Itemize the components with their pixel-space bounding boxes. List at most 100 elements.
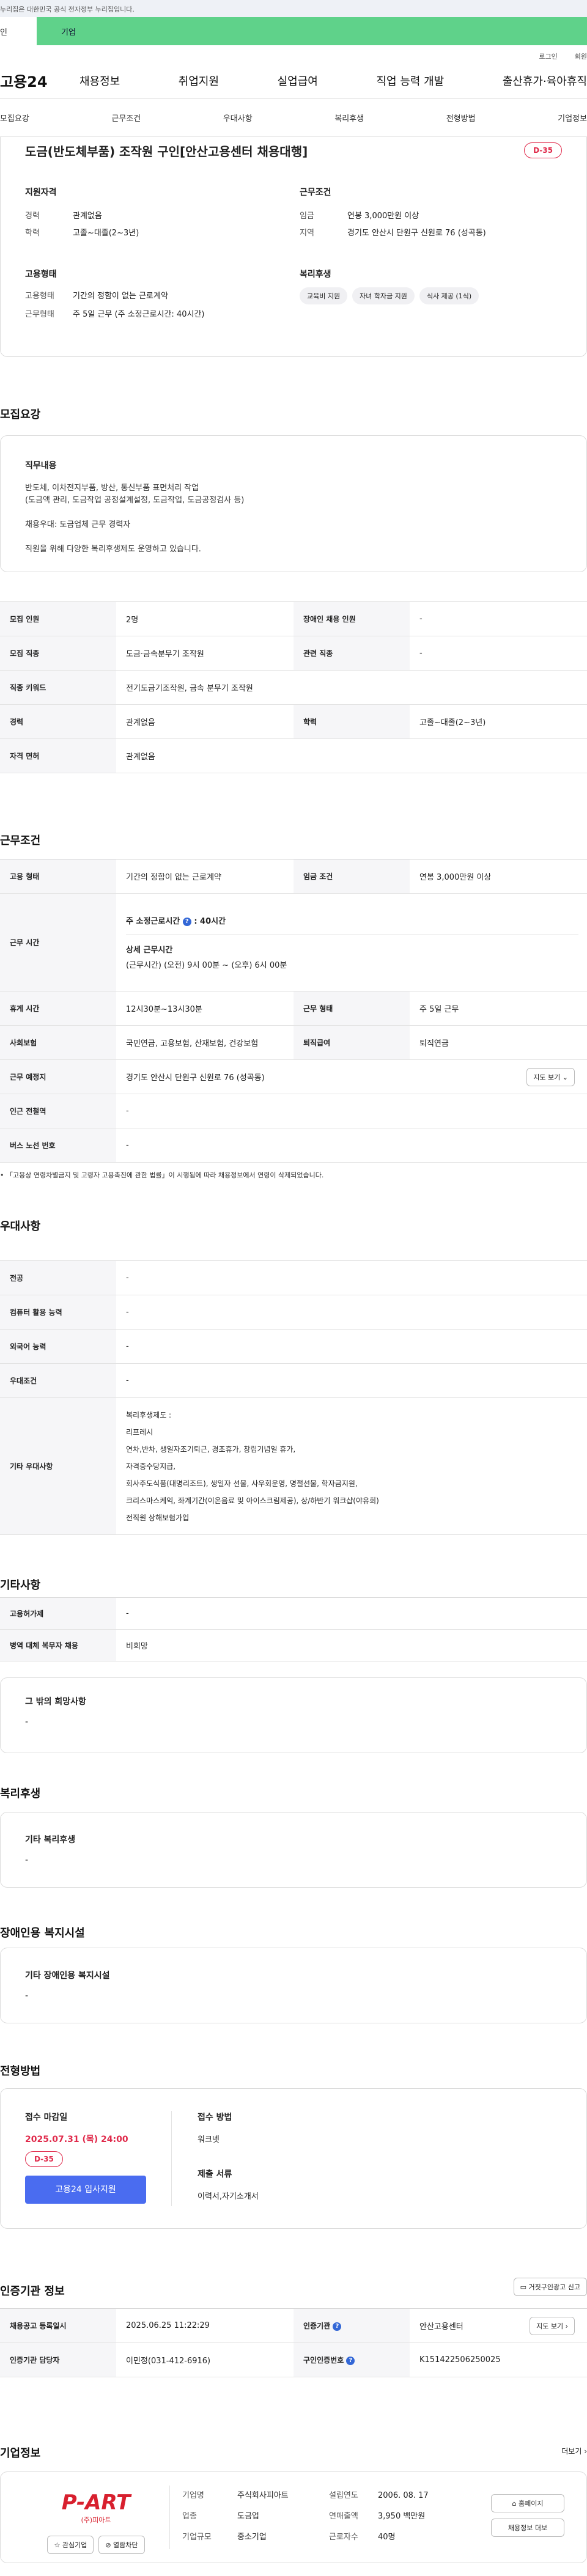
pref-row-label: 외국어 능력 — [0, 1329, 116, 1364]
gov-banner-text: 누리집은 대한민국 공식 전자정부 누리집입니다. — [0, 6, 135, 13]
recruit-row-value: - — [410, 602, 587, 636]
more-jobs-button[interactable]: 채용정보 더보 — [491, 2519, 564, 2537]
tab-selection[interactable]: 전형방법 — [446, 112, 476, 123]
hope-card: 그 밖의 희망사항 - — [0, 1677, 587, 1753]
pref-other-line: 전직원 상해보험가입 — [126, 1513, 190, 1522]
help-icon[interactable]: ? — [346, 2356, 355, 2365]
recruit-section-title: 모집요강 — [0, 408, 41, 421]
emp-form-value: 기간의 정함이 없는 근로계약 — [116, 859, 294, 894]
nav-item-parental-leave[interactable]: 출산휴가·육아휴직 — [503, 73, 587, 89]
tab-recruit[interactable]: 모집요강 — [0, 112, 29, 123]
nav-item-jobs[interactable]: 채용정보 — [79, 73, 120, 89]
pref-other-line: 회사주도식품(대명리조트), 생일자 선물, 사우회운영, 명절선물, 학자금지… — [126, 1479, 358, 1488]
pref-row-label: 우대조건 — [0, 1363, 116, 1398]
company-info-value: 주식회사피아트 — [237, 2491, 289, 2500]
company-info-label: 업종 — [182, 2512, 197, 2521]
company-info-label: 연매출액 — [329, 2512, 358, 2521]
cert-row-label: 인증기관 — [303, 2322, 331, 2330]
company-info-value: 중소기업 — [237, 2533, 267, 2542]
qual-edu-label: 학력 — [25, 229, 40, 238]
chevron-down-icon: ⌄ — [562, 1073, 568, 1081]
duty-line: 직원을 위해 다양한 복리후생제도 운영하고 있습니다. — [25, 545, 201, 554]
table-row: 자격 면허 관계없음 — [0, 738, 587, 773]
table-row: 직종 키워드 전기도금기조작원, 금속 분무기 조작원 — [0, 670, 587, 705]
duty-line: 반도체, 이차전지부품, 방산, 통신부품 표면처리 작업 — [25, 484, 199, 493]
qual-edu-value: 고졸~대졸(2~3년) — [73, 229, 139, 238]
pref-table: 전공 - 컴퓨터 활용 능력 - 외국어 능력 - 우대조건 - 기타 우대사항… — [0, 1260, 587, 1535]
bus-value: - — [116, 1128, 587, 1163]
cert-map-label: 지도 보기 — [536, 2322, 564, 2330]
place-label: 근무 예정지 — [0, 1059, 116, 1094]
table-row: 외국어 능력 - — [0, 1329, 587, 1364]
etc-section-title: 기타사항 — [0, 1579, 41, 1592]
company-info-value: 40명 — [378, 2533, 396, 2542]
pref-other-line: 크리스마스케익, 좌계기간(이온음료 및 아이스크림제공), 상/하반기 워크샵… — [126, 1496, 379, 1505]
table-row: 우대조건 - — [0, 1363, 587, 1398]
method-value: 워크넷 — [198, 2135, 220, 2144]
nav-item-employment-support[interactable]: 취업지원 — [179, 73, 219, 89]
welfare-tag: 교육비 지원 — [299, 287, 348, 304]
table-row: 사회보험 국민연금, 고용보험, 산재보험, 건강보험 퇴직급여 퇴직연금 — [0, 1025, 587, 1060]
login-link[interactable]: 로그인 — [539, 51, 557, 62]
pref-row-label: 컴퓨터 활용 능력 — [0, 1295, 116, 1330]
table-row: 인증기관 담당자 이민정(031-412-6916) 구인인증번호 ? K151… — [0, 2342, 587, 2377]
tab-preferences[interactable]: 우대사항 — [223, 112, 253, 123]
homepage-button[interactable]: ⌂ 홈페이지 — [491, 2494, 564, 2512]
cert-row-value: K151422506250025 — [410, 2342, 587, 2377]
company-info-label: 근로자수 — [329, 2533, 358, 2542]
work-section-title: 근무조건 — [0, 834, 41, 847]
join-link[interactable]: 회원 — [575, 51, 587, 62]
qual-title: 지원자격 — [25, 188, 57, 197]
insurance-label: 사회보험 — [0, 1025, 116, 1060]
recruit-row-label: 경력 — [0, 704, 116, 739]
etc-row-label: 병역 대체 복무자 채용 — [0, 1629, 116, 1662]
dday-badge: D-35 — [524, 142, 562, 158]
emp-form-label: 고용 형태 — [0, 859, 116, 894]
tab-welfare[interactable]: 복리후생 — [334, 112, 364, 123]
false-ad-report-button[interactable]: ▭ 거짓구인광고 신고 — [513, 2278, 587, 2296]
map-button[interactable]: 지도 보기 ⌄ — [526, 1067, 575, 1086]
company-more-link[interactable]: 더보기 › — [561, 2446, 587, 2456]
pref-other-line: 복리후생제도 : — [126, 1410, 172, 1419]
block-company-label: 열람차단 — [113, 2541, 138, 2549]
cert-map-button[interactable]: 지도 보기 › — [530, 2316, 575, 2335]
pref-other-line: 리프레시 — [126, 1427, 153, 1437]
nav-item-unemployment-benefit[interactable]: 실업급여 — [278, 73, 318, 89]
pref-other-line: 자격증수당지급, — [126, 1462, 176, 1471]
benefit-card: 기타 복리후생 - — [0, 1812, 587, 1888]
table-row: 전공 - — [0, 1260, 587, 1295]
star-icon: ☆ — [54, 2541, 62, 2549]
favorite-company-button[interactable]: ☆ 관심기업 — [47, 2536, 94, 2554]
bus-label: 버스 노선 번호 — [0, 1128, 116, 1163]
tab-company[interactable]: 기업 — [37, 17, 587, 45]
cert-row-value: 이민정(031-412-6916) — [116, 2342, 294, 2377]
tab-individual[interactable]: 인 — [0, 17, 37, 45]
weekly-hours-value: : 40시간 — [194, 917, 226, 926]
table-row: 인근 전철역 - — [0, 1094, 587, 1128]
place-value: 경기도 안산시 단원구 신원로 76 (성곡동) — [126, 1073, 265, 1083]
site-logo[interactable]: 고용24 — [0, 70, 79, 91]
company-section-title: 기업정보 — [0, 2447, 41, 2460]
nav-item-vocational-training[interactable]: 직업 능력 개발 — [376, 73, 444, 89]
recruit-row-value: - — [410, 636, 587, 671]
recruit-row-label: 장애인 채용 인원 — [294, 602, 410, 636]
tab-work-conditions[interactable]: 근무조건 — [111, 112, 141, 123]
table-row: 휴게 시간 12시30분~13시30분 근무 형태 주 5일 근무 — [0, 991, 587, 1026]
help-icon[interactable]: ? — [182, 917, 191, 926]
cert-row-label: 구인인증번호 — [303, 2356, 344, 2364]
more-jobs-label: 채용정보 더보 — [508, 2524, 548, 2532]
block-company-button[interactable]: ⊘ 열람차단 — [98, 2536, 145, 2554]
duty-line: (도금액 관리, 도금작업 공정설계설정, 도금작업, 도금공정검사 등) — [25, 496, 245, 505]
apply-button[interactable]: 고용24 입사지원 — [25, 2176, 146, 2204]
chevron-right-icon: › — [565, 2322, 568, 2330]
apply-section-title: 전형방법 — [0, 2065, 41, 2078]
emp-title: 고용형태 — [25, 270, 57, 279]
pref-row-label: 전공 — [0, 1260, 116, 1295]
user-type-tabs: 인 기업 — [0, 17, 587, 45]
help-icon[interactable]: ? — [333, 2322, 342, 2331]
company-logo-text: P-ART — [61, 2490, 131, 2515]
recruit-row-label: 모집 인원 — [0, 602, 116, 636]
qual-career-label: 경력 — [25, 212, 40, 221]
tab-company[interactable]: 기업정보 — [558, 112, 587, 123]
deadline-title: 접수 마감일 — [25, 2113, 68, 2122]
